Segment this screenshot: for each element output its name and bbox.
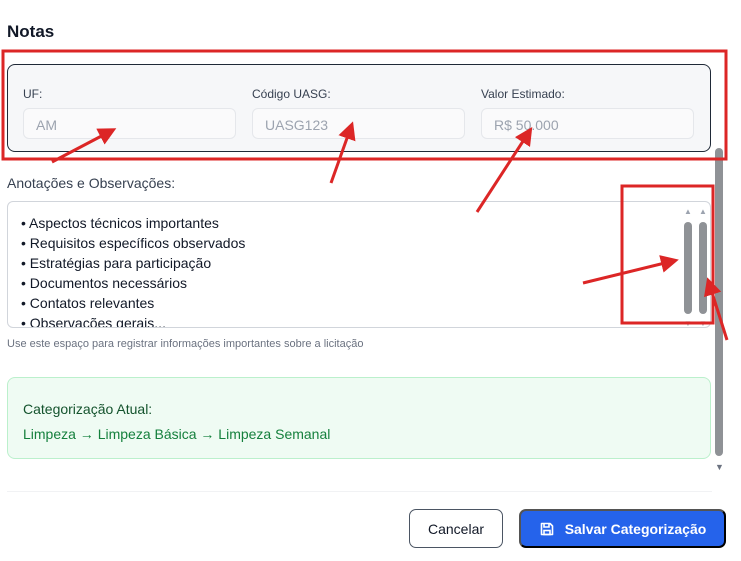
scroll-down-arrow-icon[interactable]: ▼: [699, 320, 707, 328]
notes-label: Anotações e Observações:: [7, 175, 176, 191]
page-scrollbar[interactable]: ▼: [715, 148, 724, 473]
valor-label: Valor Estimado:: [481, 87, 565, 101]
scroll-thumb[interactable]: [684, 222, 692, 314]
textarea-scrollbar[interactable]: ▲ ▼: [683, 208, 693, 328]
textarea-scrollbar-secondary[interactable]: ▲ ▼: [698, 208, 708, 328]
uf-field: UF: AM: [23, 87, 236, 139]
scroll-up-arrow-icon[interactable]: ▲: [684, 208, 692, 216]
valor-input[interactable]: R$ 50.000: [481, 108, 694, 139]
uasg-input[interactable]: UASG123: [252, 108, 465, 139]
uasg-label: Código UASG:: [252, 87, 331, 101]
cancel-button[interactable]: Cancelar: [409, 509, 503, 548]
page-scroll-thumb[interactable]: [715, 148, 723, 456]
notes-line: • Estratégias para participação: [21, 255, 212, 271]
notes-line: • Observações gerais...: [21, 315, 166, 328]
section-title: Notas: [7, 22, 55, 41]
scroll-up-arrow-icon[interactable]: ▲: [699, 208, 707, 216]
uf-input[interactable]: AM: [23, 108, 236, 139]
notes-line: • Documentos necessários: [21, 275, 187, 291]
notes-help-text: Use este espaço para registrar informaçõ…: [7, 338, 364, 350]
uasg-field: Código UASG: UASG123: [252, 87, 465, 139]
footer-divider: [7, 491, 712, 492]
notes-content: • Aspectos técnicos importantes • Requis…: [21, 213, 246, 328]
notes-line: • Requisitos específicos observados: [21, 235, 246, 251]
save-icon: [540, 522, 553, 535]
notes-line: • Aspectos técnicos importantes: [21, 215, 219, 231]
notes-line: • Contatos relevantes: [21, 295, 155, 311]
categorization-title: Categorização Atual:: [23, 401, 153, 417]
valor-field: Valor Estimado: R$ 50.000: [481, 87, 694, 139]
save-button-label: Salvar Categorização: [564, 520, 707, 537]
categorization-path: Limpeza → Limpeza Básica → Limpeza Seman…: [23, 426, 331, 442]
save-categorization-button[interactable]: Salvar Categorização: [519, 509, 726, 548]
categorization-box: Categorização Atual: Limpeza → Limpeza B…: [7, 377, 711, 459]
notes-textarea[interactable]: • Aspectos técnicos importantes • Requis…: [7, 201, 711, 328]
scroll-thumb[interactable]: [699, 222, 707, 314]
scroll-down-arrow-icon[interactable]: ▼: [684, 320, 692, 328]
scroll-down-arrow-icon[interactable]: ▼: [715, 462, 724, 472]
info-box: UF: AM Código UASG: UASG123 Valor Estima…: [7, 64, 711, 152]
uf-label: UF:: [23, 87, 43, 101]
